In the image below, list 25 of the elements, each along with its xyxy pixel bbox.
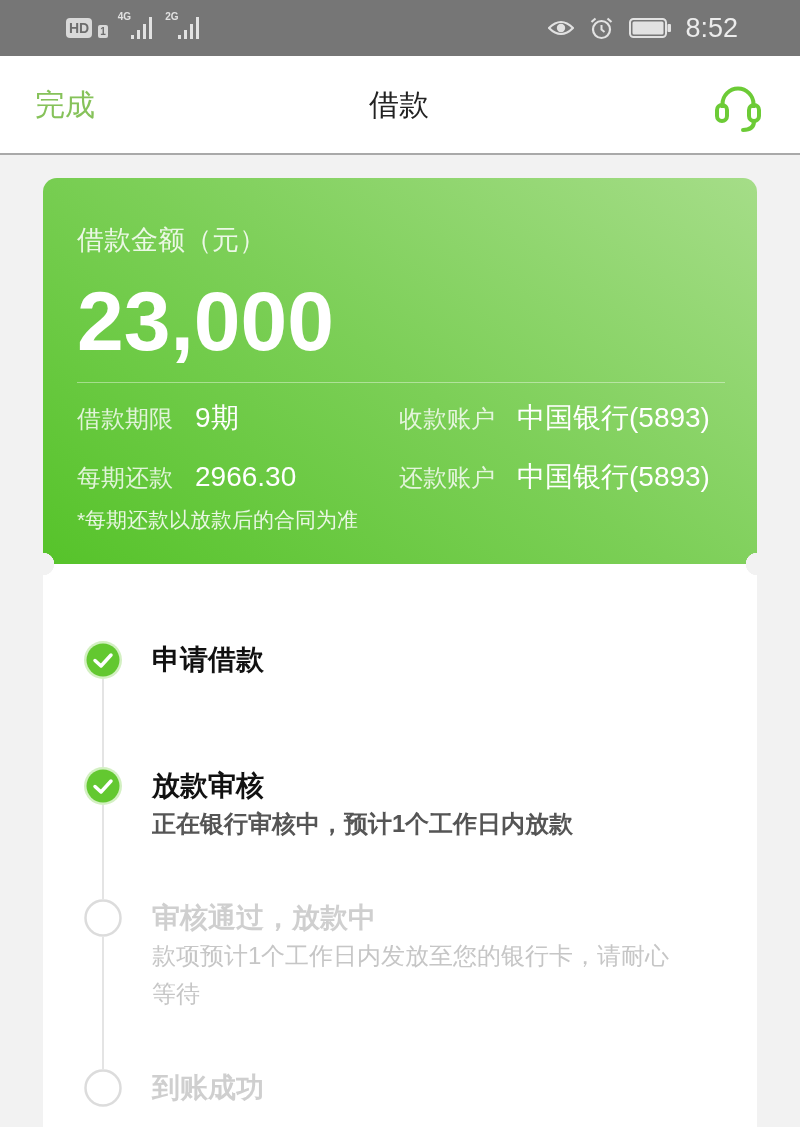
network-type-label: 4G <box>117 11 132 23</box>
detail-value: 2966.30 <box>195 460 297 494</box>
detail-label: 还款账户 <box>399 463 495 493</box>
repayment-note: *每期还款以放款后的合同为准 <box>77 507 360 533</box>
detail-label: 每期还款 <box>77 463 173 493</box>
battery-icon <box>629 18 672 38</box>
step-title: 放款审核 <box>152 769 265 803</box>
alarm-clock-icon <box>590 16 614 40</box>
network-type-label: 2G <box>165 11 179 23</box>
detail-value: 中国银行(5893) <box>517 401 710 435</box>
eye-icon <box>548 19 575 37</box>
step-description: 正在银行审核中，预计1个工作日内放款 <box>152 809 575 839</box>
detail-value: 中国银行(5893) <box>517 460 710 494</box>
page-title: 借款 <box>368 86 429 123</box>
done-button[interactable]: 完成 <box>35 84 95 125</box>
sim-badge: 1 <box>98 25 108 38</box>
amount-label: 借款金额（元） <box>77 224 267 257</box>
step-description: 款项预计1个工作日内发放至您的银行卡，请耐心等待 <box>152 941 671 1009</box>
detail-value: 9期 <box>195 401 239 435</box>
step-title: 申请借款 <box>152 643 265 677</box>
detail-label: 收款账户 <box>399 404 495 434</box>
hd-badge: HD <box>66 18 93 38</box>
detail-label: 借款期限 <box>77 404 173 434</box>
clock-time: 8:52 <box>685 12 738 44</box>
loan-amount: 23,000 <box>77 273 335 369</box>
